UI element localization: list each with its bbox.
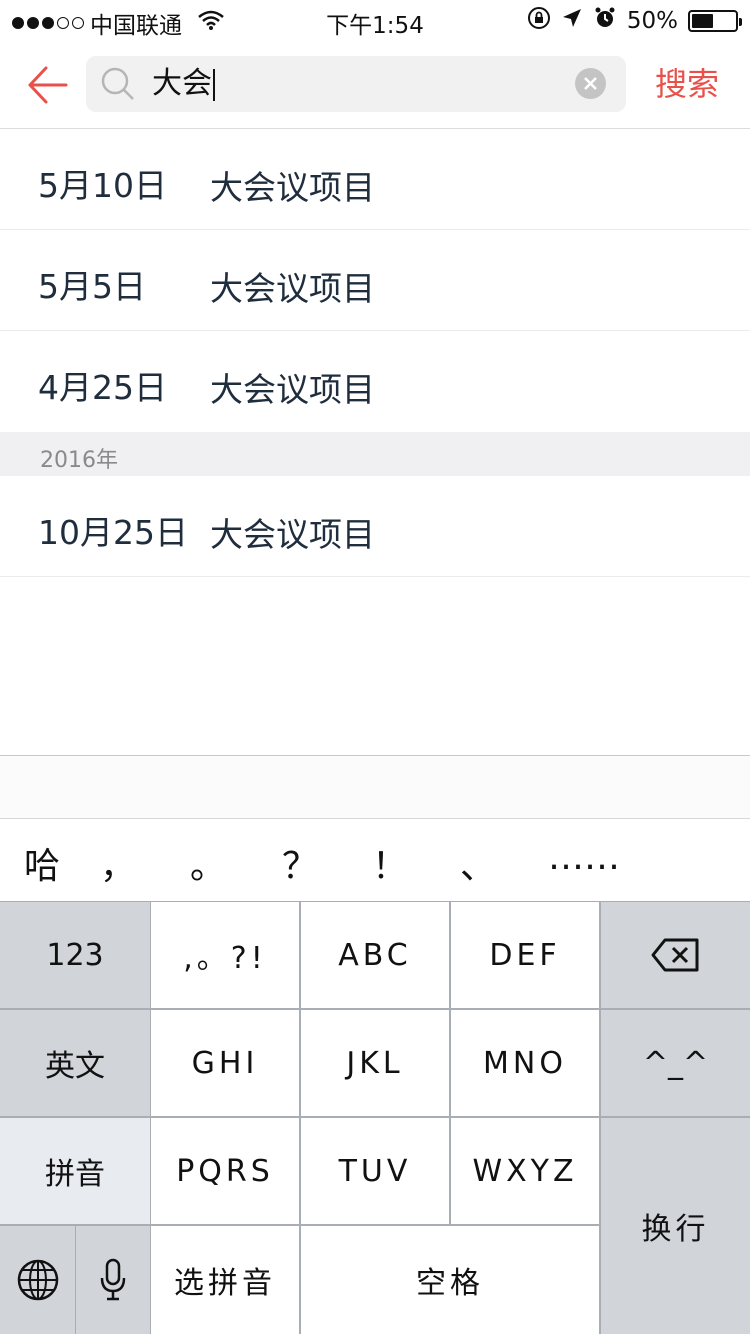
key-tuv[interactable]: TUV <box>301 1118 449 1224</box>
candidate-item[interactable]: ， <box>100 837 136 889</box>
switch-input-method-button[interactable] <box>0 1226 75 1334</box>
key-jkl[interactable]: JKL <box>301 1010 449 1116</box>
clear-search-button[interactable] <box>575 68 606 99</box>
backspace-icon <box>651 938 698 972</box>
key-select-pinyin[interactable]: 选拼音 <box>151 1226 299 1334</box>
result-date: 5月5日 <box>38 267 146 306</box>
candidate-item[interactable]: 、 <box>460 837 496 889</box>
key-pinyin[interactable]: 拼音 <box>0 1118 150 1224</box>
result-row[interactable]: 10月25日 大会议项目 <box>0 476 750 577</box>
key-def[interactable]: DEF <box>451 902 599 1008</box>
orientation-lock-icon <box>527 6 551 36</box>
year-section-header: 2016年 <box>0 432 750 476</box>
return-button[interactable]: 换行 <box>601 1118 750 1334</box>
key-mno[interactable]: MNO <box>451 1010 599 1116</box>
key-emoticon[interactable]: ^_^ <box>601 1010 750 1116</box>
close-icon <box>584 77 597 90</box>
key-wxyz[interactable]: WXYZ <box>451 1118 599 1224</box>
search-submit-button[interactable]: 搜索 <box>655 64 719 104</box>
result-title: 大会议项目 <box>210 269 375 308</box>
battery-icon <box>688 10 742 32</box>
back-arrow-icon <box>28 66 68 104</box>
search-header: 大会 搜索 <box>0 40 750 129</box>
result-title: 大会议项目 <box>210 515 375 554</box>
search-results-list: 5月10日 大会议项目 5月5日 大会议项目 4月25日 大会议项目 2016年… <box>0 129 750 577</box>
location-arrow-icon <box>561 7 583 35</box>
key-ghi[interactable]: GHI <box>151 1010 299 1116</box>
result-date: 5月10日 <box>38 166 167 205</box>
candidate-item[interactable]: 。 <box>190 837 226 889</box>
text-cursor <box>213 68 215 101</box>
key-123[interactable]: 123 <box>0 902 150 1008</box>
result-title: 大会议项目 <box>210 370 375 409</box>
result-row[interactable]: 5月10日 大会议项目 <box>0 129 750 230</box>
result-row[interactable]: 5月5日 大会议项目 <box>0 230 750 331</box>
key-english[interactable]: 英文 <box>0 1010 150 1116</box>
candidate-item[interactable]: ？ <box>282 837 318 889</box>
result-date: 4月25日 <box>38 368 167 407</box>
search-query-text: 大会 <box>152 66 215 102</box>
status-right: 50% <box>527 6 742 36</box>
result-title: 大会议项目 <box>210 168 375 207</box>
candidate-item[interactable]: ！ <box>372 837 408 889</box>
search-icon <box>100 66 136 106</box>
dictation-button[interactable] <box>76 1226 150 1334</box>
delete-button[interactable] <box>601 902 750 1008</box>
chinese-9key-keyboard: 123 ,。?! ABC DEF 英文 GHI JKL MNO ^_^ 拼音 P… <box>0 901 750 1334</box>
key-abc[interactable]: ABC <box>301 902 449 1008</box>
key-punctuation[interactable]: ,。?! <box>151 902 299 1008</box>
space-bar[interactable]: 空格 <box>301 1226 599 1334</box>
alarm-clock-icon <box>593 6 617 36</box>
candidate-bar: 哈 ， 。 ？ ！ 、 …… <box>0 819 750 901</box>
back-button[interactable] <box>22 60 72 110</box>
globe-icon <box>17 1259 58 1301</box>
search-input[interactable]: 大会 <box>86 56 626 112</box>
microphone-icon <box>100 1258 126 1301</box>
result-row[interactable]: 4月25日 大会议项目 <box>0 331 750 432</box>
key-pqrs[interactable]: PQRS <box>151 1118 299 1224</box>
keyboard-toolbar <box>0 755 750 819</box>
candidate-item[interactable]: 哈 <box>24 837 60 889</box>
battery-percent: 50% <box>626 8 678 34</box>
status-bar: 中国联通 下午1:54 50% <box>0 0 750 40</box>
result-date: 10月25日 <box>38 513 188 552</box>
candidate-item[interactable]: …… <box>548 837 620 878</box>
